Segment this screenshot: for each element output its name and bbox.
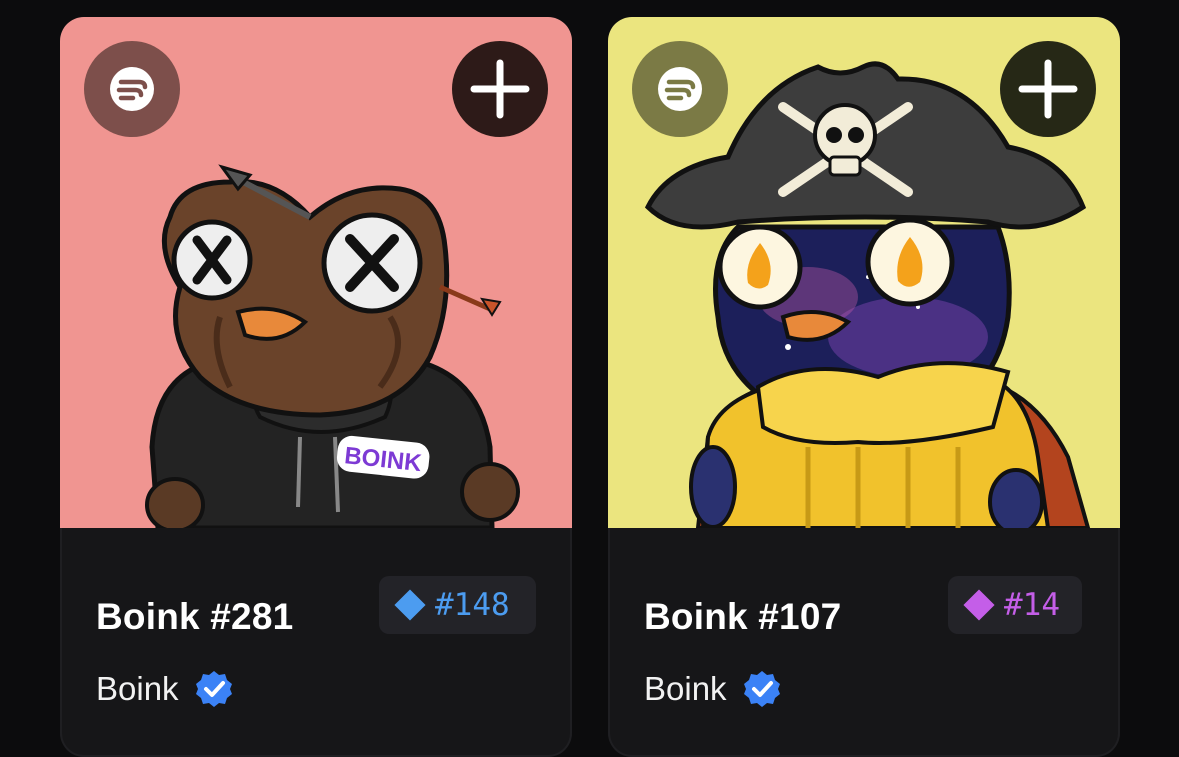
collection-link[interactable]: Boink — [96, 670, 233, 708]
logo-icon — [110, 67, 154, 111]
nft-title[interactable]: Boink #281 — [96, 596, 293, 638]
collection-logo-button[interactable] — [632, 41, 728, 137]
collection-name: Boink — [96, 670, 179, 707]
collection-name: Boink — [644, 670, 727, 707]
nft-card-boink-107[interactable]: Boink #107 #14 Boink — [608, 17, 1120, 757]
rarity-rank: #14 — [1004, 587, 1060, 623]
plus-icon — [470, 59, 530, 119]
nft-title[interactable]: Boink #107 — [644, 596, 841, 638]
diamond-icon — [963, 589, 995, 621]
collection-link[interactable]: Boink — [644, 670, 781, 708]
rarity-rank-badge[interactable]: #14 — [948, 576, 1082, 634]
collection-logo-button[interactable] — [84, 41, 180, 137]
rarity-rank: #148 — [435, 587, 510, 623]
card-info: Boink #281 #148 Boink — [60, 528, 572, 757]
add-button[interactable] — [1000, 41, 1096, 137]
verified-badge-icon — [743, 671, 780, 707]
plus-icon — [1018, 59, 1078, 119]
nft-card-boink-281[interactable]: BOINK Boink #281 #148 Boink — [60, 17, 572, 757]
rarity-rank-badge[interactable]: #148 — [379, 576, 536, 634]
card-info: Boink #107 #14 Boink — [608, 528, 1120, 757]
verified-badge-icon — [195, 671, 232, 707]
add-button[interactable] — [452, 41, 548, 137]
diamond-icon — [394, 589, 426, 621]
logo-icon — [658, 67, 702, 111]
